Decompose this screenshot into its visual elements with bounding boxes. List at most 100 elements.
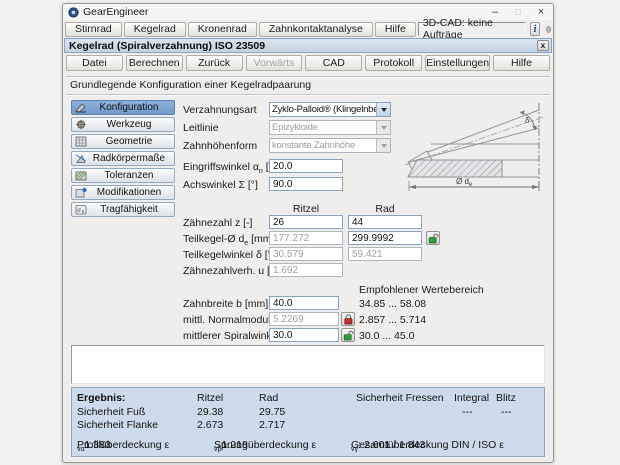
geometrie-icon bbox=[74, 136, 88, 148]
toolbar-datei-button[interactable]: Datei bbox=[66, 55, 123, 71]
verzahnungsart-value: Zyklo-Palloid® (Klingelnberg) bbox=[272, 104, 376, 115]
closed-lock-icon bbox=[343, 313, 352, 324]
menu-stirnrad[interactable]: Stirnrad bbox=[65, 21, 122, 37]
sidebar-item-label: Geometrie bbox=[105, 136, 153, 147]
konfiguration-icon bbox=[74, 102, 88, 114]
range-header: Empfohlener Wertebereich bbox=[359, 284, 484, 296]
zahnhoehenform-select: konstante Zahnhöhe bbox=[269, 138, 391, 153]
sidebar-item-label: Konfiguration bbox=[99, 102, 159, 113]
leitlinie-label: Leitlinie bbox=[183, 122, 219, 134]
toolbar-berechnen-button[interactable]: Berechnen bbox=[125, 55, 183, 71]
results-col-ritzel: Ritzel bbox=[197, 392, 224, 404]
info-button[interactable]: i bbox=[530, 22, 540, 36]
gesamtueberdeckung-value: Gesamtüberdeckung DIN / ISO ε vγ: 2.601 /… bbox=[351, 439, 504, 454]
zahnbreite-range: 34.85 ... 58.08 bbox=[359, 298, 427, 310]
toolbar-cad-button[interactable]: CAD bbox=[305, 55, 363, 71]
pair-col-rad: Rad bbox=[375, 203, 395, 215]
status-indicator-dot bbox=[545, 25, 551, 33]
toolbar-vorwaerts-button: Vorwärts bbox=[245, 55, 303, 71]
zaehnezahlverh-label: Zähnezahlverh. u [-] bbox=[183, 265, 277, 277]
sidebar-item-modifikationen[interactable]: Modifikationen bbox=[71, 185, 175, 200]
window-title: GearEngineer bbox=[83, 6, 149, 18]
toolbar-zurueck-button[interactable]: Zurück bbox=[185, 55, 243, 71]
chevron-down-icon bbox=[376, 139, 390, 152]
svg-text:Ø de: Ø de bbox=[456, 177, 473, 188]
sidebar-item-geometrie[interactable]: Geometrie bbox=[71, 134, 175, 149]
zaehnezahl-ritzel-input[interactable]: 26 bbox=[269, 215, 343, 229]
svg-text:σ: σ bbox=[77, 206, 81, 214]
toolbar-protokoll-button[interactable]: Protokoll bbox=[365, 55, 423, 71]
sidebar-item-label: Radkörpermaße bbox=[92, 153, 166, 164]
results-col-integral: Integral bbox=[454, 392, 490, 404]
results-title: Ergebnis: bbox=[77, 392, 126, 404]
toleranzen-icon bbox=[74, 170, 88, 182]
eingriffswinkel-label: Eingriffswinkel αn [°] bbox=[183, 161, 276, 176]
sidebar-item-label: Tragfähigkeit bbox=[100, 204, 158, 215]
zahnhoehenform-value: konstante Zahnhöhe bbox=[272, 140, 356, 151]
sidebar-item-tragfaehigkeit[interactable]: σx Tragfähigkeit bbox=[71, 202, 175, 217]
normalmodul-range: 2.857 ... 5.714 bbox=[359, 314, 427, 326]
sidebar-item-label: Werkzeug bbox=[106, 119, 152, 130]
sidebar-item-konfiguration[interactable]: Konfiguration bbox=[71, 100, 175, 115]
result-fuss-ritzel: 29.38 bbox=[197, 406, 224, 418]
sidebar-item-label: Toleranzen bbox=[104, 170, 154, 181]
teilkegel-rad-input[interactable]: 299.9992 bbox=[348, 231, 422, 245]
minimize-button[interactable]: – bbox=[488, 6, 502, 18]
zaehnezahl-rad-input[interactable]: 44 bbox=[348, 215, 422, 229]
zaehnezahlverh-field: 1.692 bbox=[269, 263, 343, 277]
teilkegelwinkel-rad-field: 59.421 bbox=[348, 247, 422, 261]
frame-close-button[interactable]: x bbox=[537, 40, 549, 51]
result-fuss-integral: --- bbox=[462, 406, 473, 418]
verzahnungsart-select[interactable]: Zyklo-Palloid® (Klingelnberg) bbox=[269, 102, 391, 117]
zahnbreite-label: Zahnbreite b [mm] bbox=[183, 298, 269, 310]
pair-col-ritzel: Ritzel bbox=[292, 203, 320, 215]
sidebar-item-werkzeug[interactable]: Werkzeug bbox=[71, 117, 175, 132]
zaehnezahl-label: Zähnezahl z [-] bbox=[183, 217, 253, 229]
results-col-fressen: Sicherheit Fressen bbox=[356, 392, 444, 404]
separator bbox=[66, 94, 550, 96]
sidebar: Konfiguration Werkzeug Geometrie Radkörp… bbox=[71, 100, 175, 217]
bevel-gear-diagram: Ø de δ bbox=[404, 103, 544, 191]
sprungueberdeckung-value: Sprungüberdeckung ε vβ: 1.218 bbox=[214, 439, 317, 454]
teilkegel-label: Teilkegel-Ø de [mm] bbox=[183, 233, 275, 248]
result-flanke-rad: 2.717 bbox=[259, 419, 286, 431]
verzahnungsart-label: Verzahnungsart bbox=[183, 104, 257, 116]
menu-kronenrad[interactable]: Kronenrad bbox=[187, 21, 257, 37]
normalmodul-lock-button[interactable] bbox=[341, 312, 355, 326]
leitlinie-select: Epizykloide bbox=[269, 120, 391, 135]
zahnbreite-input[interactable]: 40.0 bbox=[269, 296, 339, 310]
leitlinie-value: Epizykloide bbox=[272, 122, 318, 133]
toolbar-hilfe-button[interactable]: Hilfe bbox=[493, 55, 550, 71]
toolbar-einstellungen-button[interactable]: Einstellungen bbox=[425, 55, 491, 71]
frame-title: Kegelrad (Spiralverzahnung) ISO 23509 bbox=[69, 39, 266, 52]
menu-zahnkontaktanalyse[interactable]: Zahnkontaktanalyse bbox=[258, 21, 373, 37]
result-row-label: Sicherheit Flanke bbox=[77, 419, 159, 431]
menu-hilfe[interactable]: Hilfe bbox=[374, 21, 416, 37]
spiralwinkel-input[interactable]: 30.0 bbox=[269, 328, 339, 342]
achswinkel-label: Achswinkel Σ [°] bbox=[183, 179, 258, 191]
toolbar: Datei Berechnen Zurück Vorwärts CAD Prot… bbox=[64, 55, 552, 73]
teilkegel-lock-button[interactable] bbox=[426, 231, 440, 245]
teilkegelwinkel-label: Teilkegelwinkel δ [°] bbox=[183, 249, 275, 261]
profilueberdeckung-value: Profilüberdeckung ε vα: 1.383 bbox=[77, 439, 170, 454]
menu-kegelrad[interactable]: Kegelrad bbox=[123, 21, 186, 37]
result-fuss-blitz: --- bbox=[501, 406, 512, 418]
spiralwinkel-lock-button[interactable] bbox=[341, 328, 355, 342]
radkoerpermasse-icon bbox=[74, 153, 88, 165]
achswinkel-input[interactable]: 90.0 bbox=[269, 177, 343, 191]
chevron-down-icon[interactable] bbox=[376, 103, 390, 116]
teilkegel-ritzel-field: 177.272 bbox=[269, 231, 343, 245]
app-logo-icon bbox=[68, 6, 79, 18]
status-line: Grundlegende Konfiguration einer Kegelra… bbox=[70, 79, 312, 91]
result-flanke-ritzel: 2.673 bbox=[197, 419, 224, 431]
close-button[interactable]: × bbox=[534, 6, 548, 18]
separator bbox=[66, 76, 550, 78]
maximize-button[interactable]: □ bbox=[511, 7, 525, 18]
main-menu-bar: Stirnrad Kegelrad Kronenrad Zahnkontakta… bbox=[64, 17, 552, 41]
sidebar-item-toleranzen[interactable]: Toleranzen bbox=[71, 168, 175, 183]
teilkegelwinkel-ritzel-field: 30.579 bbox=[269, 247, 343, 261]
chevron-down-icon bbox=[376, 121, 390, 134]
eingriffswinkel-input[interactable]: 20.0 bbox=[269, 159, 343, 173]
sidebar-item-radkoerpermasse[interactable]: Radkörpermaße bbox=[71, 151, 175, 166]
werkzeug-icon bbox=[74, 119, 88, 131]
